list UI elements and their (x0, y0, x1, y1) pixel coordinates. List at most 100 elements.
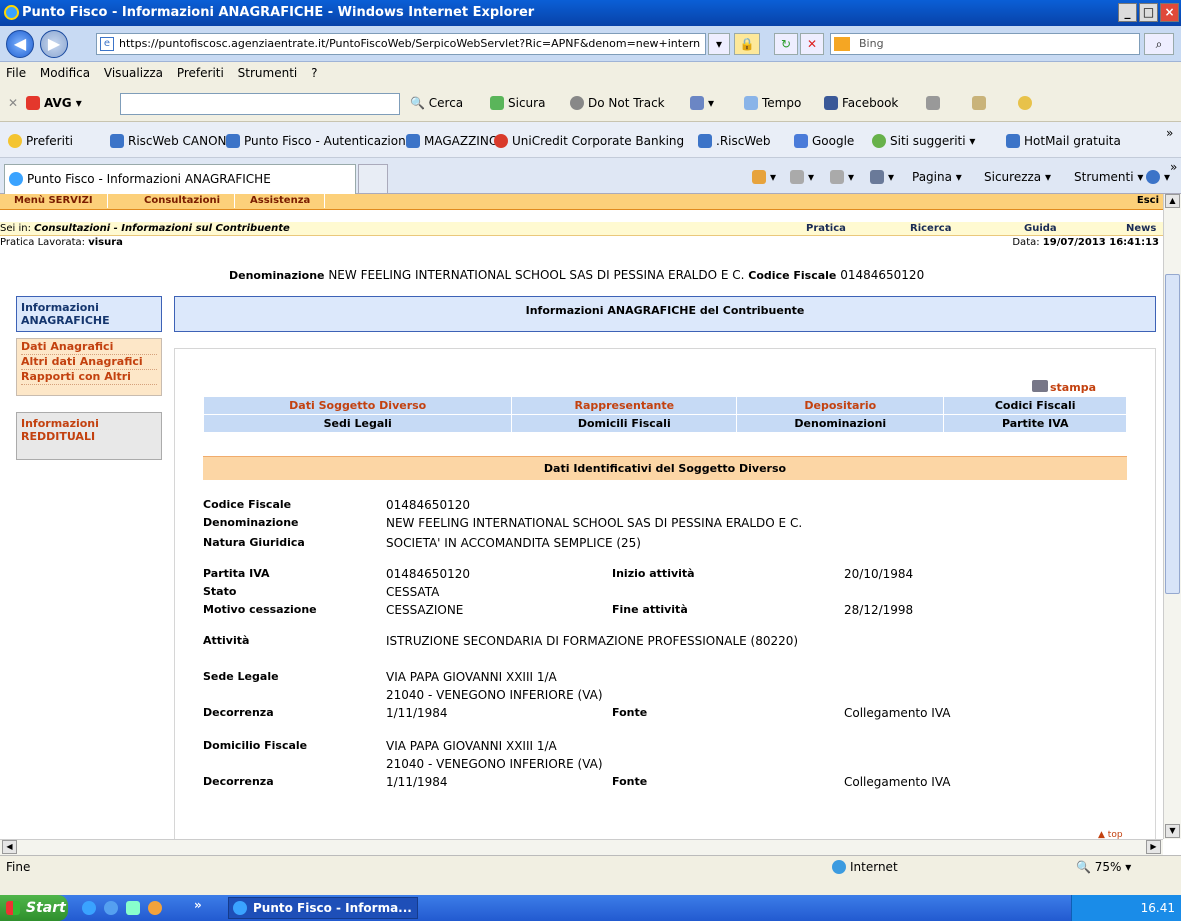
start-button[interactable]: Start (0, 895, 68, 921)
tab-depositario[interactable]: Depositario (736, 396, 945, 415)
tab-sedi-legali[interactable]: Sedi Legali (202, 414, 513, 433)
nav-dati-anagrafici[interactable]: Dati Anagrafici (21, 340, 157, 355)
menu-servizi[interactable]: Menù SERVIZI (0, 194, 108, 208)
weather-button[interactable]: Tempo (744, 96, 801, 110)
notepad-icon[interactable] (972, 96, 990, 110)
avg-safe-button[interactable]: Sicura (490, 96, 545, 110)
back-button[interactable]: ◀ (6, 30, 34, 58)
nav-info-reddituali[interactable]: Informazioni REDDITUALI (16, 412, 162, 460)
link-ricerca[interactable]: Ricerca (910, 222, 951, 235)
calculator-icon[interactable] (926, 96, 944, 110)
quicklaunch-firefox-icon[interactable] (148, 901, 162, 915)
value-stato: CESSATA (386, 585, 440, 599)
breadcrumb-bar: Sei in: Consultazioni - Informazioni sul… (0, 222, 1163, 236)
tab-title: Punto Fisco - Informazioni ANAGRAFICHE (27, 172, 271, 186)
dropdown-arrow-icon[interactable]: ▾ (708, 33, 730, 55)
lock-icon[interactable]: 🔒 (734, 33, 760, 55)
avg-brand[interactable]: AVG ▾ (26, 96, 82, 110)
tab-dati-soggetto-diverso[interactable]: Dati Soggetto Diverso (202, 396, 513, 415)
nav-rapporti[interactable]: Rapporti con Altri (21, 370, 157, 385)
link-guida[interactable]: Guida (1024, 222, 1057, 235)
fav-magazzino[interactable]: MAGAZZINO (406, 134, 498, 148)
magnifier-icon[interactable] (1018, 96, 1036, 110)
exit-link[interactable]: Esci (1137, 194, 1159, 208)
menu-consultazioni[interactable]: Consultazioni (130, 194, 236, 208)
stop-icon[interactable]: ✕ (800, 33, 824, 55)
tab-denominazioni[interactable]: Denominazioni (736, 414, 945, 433)
tab-domicili-fiscali[interactable]: Domicili Fiscali (511, 414, 738, 433)
value-inizio-attivita: 20/10/1984 (844, 567, 914, 581)
scroll-down-icon[interactable]: ▼ (1165, 824, 1180, 838)
tab-codici-fiscali[interactable]: Codici Fiscali (943, 396, 1127, 415)
scroll-thumb[interactable] (1165, 274, 1180, 594)
scroll-right-icon[interactable]: ▶ (1146, 840, 1161, 854)
menu-visualizza[interactable]: Visualizza (104, 66, 163, 80)
ie-page-icon (698, 134, 712, 148)
menu-preferiti[interactable]: Preferiti (177, 66, 224, 80)
label-motivo-cessazione: Motivo cessazione (203, 603, 317, 616)
scroll-up-icon[interactable]: ▲ (1165, 194, 1180, 208)
quicklaunch-media-icon[interactable] (104, 901, 118, 915)
search-icon[interactable]: ⌕ (1144, 33, 1174, 55)
menu-file[interactable]: File (6, 66, 26, 80)
menu-help[interactable]: ? (311, 66, 317, 80)
quicklaunch-ie-icon[interactable] (82, 901, 96, 915)
fav-riscweb[interactable]: .RiscWeb (698, 134, 771, 148)
security-menu[interactable]: Sicurezza ▾ (984, 170, 1051, 184)
home-button[interactable]: ▾ (752, 170, 776, 184)
print-button[interactable]: ▾ (870, 170, 894, 184)
fav-hotmail[interactable]: HotMail gratuita (1006, 134, 1121, 148)
help-button[interactable]: ▾ (1146, 170, 1170, 184)
vertical-scrollbar[interactable]: ▲ ▼ (1163, 194, 1181, 839)
home-icon (752, 170, 766, 184)
label-denominazione: Denominazione (203, 516, 299, 529)
print-link[interactable]: stampa (1032, 380, 1096, 394)
quicklaunch-app-icon[interactable] (126, 901, 140, 915)
scroll-left-icon[interactable]: ◀ (2, 840, 17, 854)
fav-punto-fisco[interactable]: Punto Fisco - Autenticazione (226, 134, 413, 148)
fav-siti-suggeriti[interactable]: Siti suggeriti ▾ (872, 134, 975, 148)
overflow-chevron-icon[interactable]: » (1170, 160, 1177, 174)
link-pratica[interactable]: Pratica (806, 222, 846, 235)
refresh-icon[interactable]: ↻ (774, 33, 798, 55)
feeds-button[interactable]: ▾ (790, 170, 814, 184)
subsection-tabs: Dati Soggetto Diverso Rappresentante Dep… (202, 396, 1127, 433)
menu-assistenza[interactable]: Assistenza (236, 194, 326, 208)
fav-unicredit[interactable]: UniCredit Corporate Banking (494, 134, 684, 148)
horizontal-scrollbar[interactable]: ◀ ▶ (0, 839, 1163, 855)
fav-google[interactable]: Google (794, 134, 854, 148)
menu-modifica[interactable]: Modifica (40, 66, 90, 80)
do-not-track-button[interactable]: Do Not Track (570, 96, 665, 110)
overflow-chevron-icon[interactable]: » (1166, 126, 1173, 140)
browser-tab[interactable]: Punto Fisco - Informazioni ANAGRAFICHE (4, 164, 356, 194)
tab-partite-iva[interactable]: Partite IVA (943, 414, 1127, 433)
tab-rappresentante[interactable]: Rappresentante (511, 396, 738, 415)
address-bar[interactable]: e https://puntofiscosc.agenziaentrate.it… (96, 33, 706, 55)
avg-search-input[interactable] (120, 93, 400, 115)
close-button[interactable]: × (1160, 3, 1179, 22)
favorites-button[interactable]: Preferiti (8, 134, 73, 148)
clock: 16.41 (1140, 901, 1175, 915)
nav-altri-dati[interactable]: Altri dati Anagrafici (21, 355, 157, 370)
tools-menu[interactable]: Strumenti ▾ (1074, 170, 1143, 184)
close-toolbar-icon[interactable]: ✕ (8, 96, 18, 110)
overflow-chevron-icon[interactable]: » (194, 898, 202, 912)
nav-info-anagrafiche[interactable]: Informazioni ANAGRAFICHE (16, 296, 162, 332)
facebook-button[interactable]: Facebook (824, 96, 898, 110)
star-icon (8, 134, 22, 148)
search-box[interactable]: Bing (830, 33, 1140, 55)
zoom-control[interactable]: 🔍 75% ▾ (1076, 860, 1131, 874)
forward-button[interactable]: ▶ (40, 30, 68, 58)
avg-search-button[interactable]: 🔍 Cerca (410, 96, 463, 110)
link-news[interactable]: News (1126, 222, 1156, 235)
page-menu[interactable]: Pagina ▾ (912, 170, 962, 184)
taskbar-ie-window[interactable]: Punto Fisco - Informa... (228, 897, 418, 919)
menu-strumenti[interactable]: Strumenti (238, 66, 298, 80)
fav-riscweb-canoni[interactable]: RiscWeb CANONI (110, 134, 230, 148)
trash-button[interactable]: ▾ (690, 96, 714, 110)
minimize-button[interactable]: _ (1118, 3, 1137, 22)
maximize-button[interactable]: □ (1139, 3, 1158, 22)
new-tab-button[interactable] (358, 164, 388, 194)
top-link[interactable]: ▲ top (1098, 830, 1123, 839)
mail-button[interactable]: ▾ (830, 170, 854, 184)
